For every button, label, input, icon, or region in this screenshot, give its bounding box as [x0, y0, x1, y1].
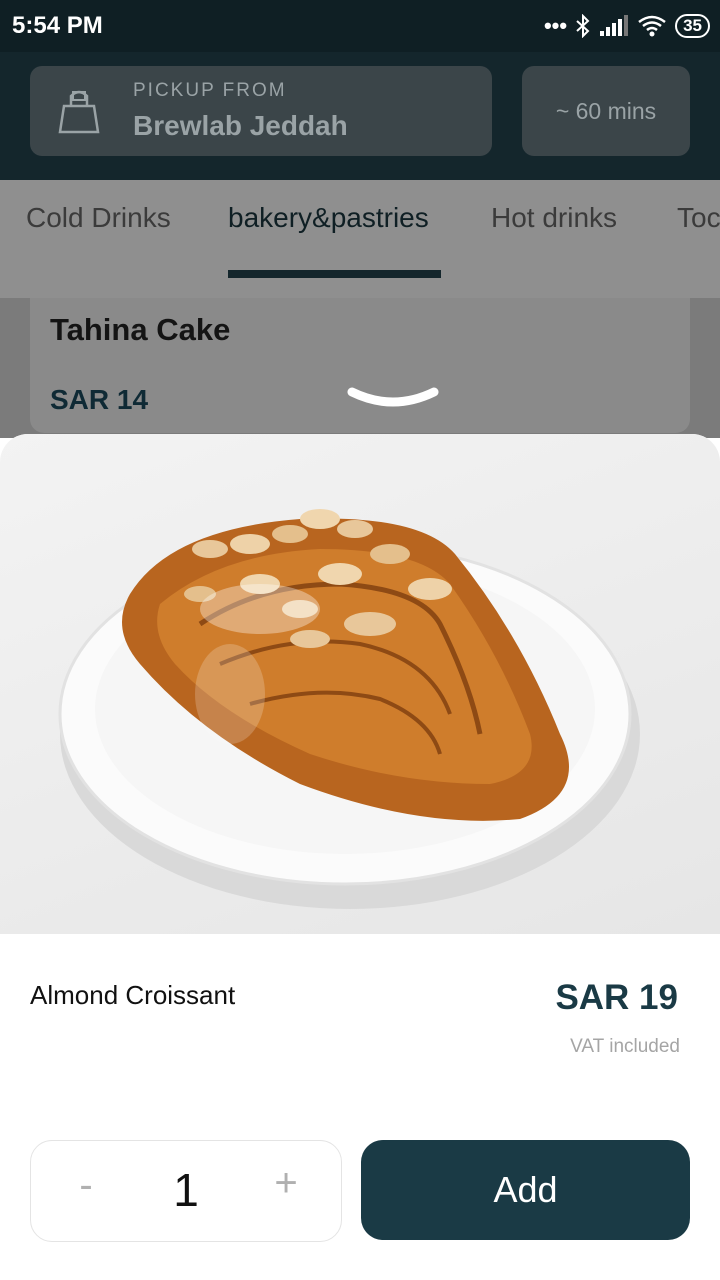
tab-bakery-pastries[interactable]: bakery&pastries: [228, 202, 429, 234]
product-image: [0, 434, 720, 934]
add-button-label: Add: [493, 1169, 558, 1210]
quantity-stepper: - 1 +: [30, 1140, 342, 1242]
status-bar: 5:54 PM ••• 35: [0, 0, 720, 52]
eta-text: ~ 60 mins: [555, 97, 657, 124]
battery-icon: 35: [675, 14, 710, 38]
active-tab-indicator: [228, 270, 441, 278]
add-to-cart-button[interactable]: Add: [361, 1140, 690, 1240]
increase-quantity-button[interactable]: +: [271, 1161, 301, 1206]
bag-icon: [58, 90, 100, 134]
signal-icon: [600, 15, 629, 36]
decrease-quantity-button[interactable]: -: [71, 1163, 101, 1208]
app-header: PICKUP FROM Brewlab Jeddah ~ 60 mins: [0, 52, 720, 180]
tab-cold-drinks[interactable]: Cold Drinks: [26, 202, 171, 234]
bluetooth-icon: [576, 14, 590, 38]
list-item[interactable]: Tahina Cake SAR 14: [30, 298, 690, 433]
chevron-down-icon[interactable]: [346, 386, 440, 410]
more-dots-icon: •••: [543, 13, 568, 38]
pickup-store-name: Brewlab Jeddah: [133, 110, 348, 141]
list-item-name: Tahina Cake: [50, 312, 231, 347]
tab-hot-drinks[interactable]: Hot drinks: [491, 202, 617, 234]
pickup-label: PICKUP FROM: [133, 80, 287, 101]
vat-note: VAT included: [570, 1036, 680, 1057]
list-item-price: SAR 14: [50, 384, 149, 415]
pickup-location-selector[interactable]: PICKUP FROM Brewlab Jeddah: [30, 66, 492, 156]
croissant-photo: [58, 509, 640, 909]
product-detail-sheet: Almond Croissant SAR 19 VAT included - 1…: [0, 434, 720, 1280]
product-price: SAR 19: [555, 978, 678, 1017]
product-list: Tahina Cake SAR 14: [0, 298, 720, 438]
product-name: Almond Croissant: [30, 980, 236, 1010]
status-icons: ••• 35: [544, 12, 710, 40]
eta-badge[interactable]: ~ 60 mins: [522, 66, 690, 156]
tab-partial[interactable]: Toc: [677, 202, 720, 234]
status-time: 5:54 PM: [12, 12, 103, 39]
quantity-value: 1: [173, 1164, 199, 1216]
category-tabs: Cold Drinks bakery&pastries Hot drinks T…: [0, 180, 720, 298]
wifi-icon: [638, 15, 666, 37]
